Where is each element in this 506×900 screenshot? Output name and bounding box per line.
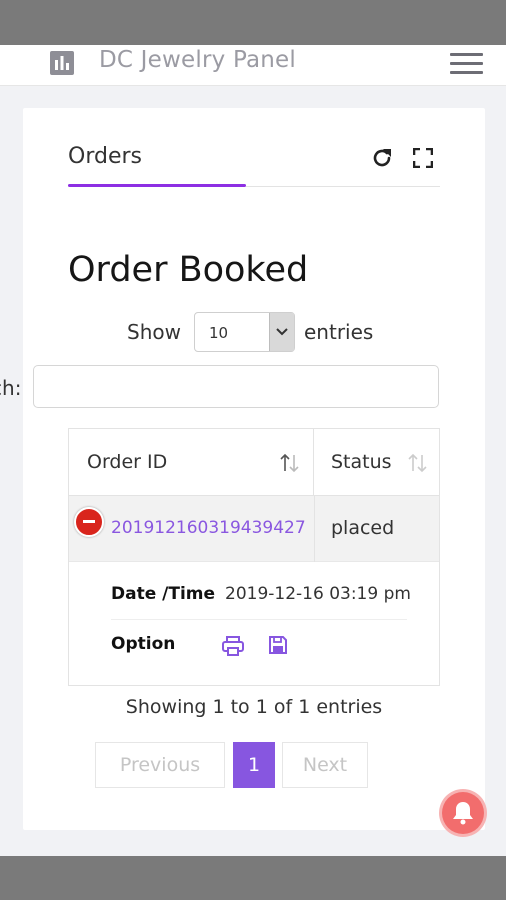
table-row: 201912160319439427 placed — [69, 496, 439, 562]
bottom-band — [0, 856, 506, 900]
notification-button[interactable] — [442, 792, 484, 834]
entries-per-page-select[interactable]: 10 — [194, 312, 295, 352]
navbar: DC Jewelry Panel — [0, 45, 506, 86]
print-icon[interactable] — [222, 635, 244, 657]
collapse-icon[interactable] — [74, 507, 104, 537]
orders-table: Order ID Status 201912160319439427 place… — [68, 428, 440, 686]
expand-icon[interactable] — [413, 148, 433, 168]
next-button[interactable]: Next — [282, 742, 368, 788]
detail-divider — [111, 619, 407, 620]
column-divider — [314, 496, 315, 562]
status-cell: placed — [331, 517, 395, 539]
tab-divider — [246, 186, 440, 187]
bell-icon — [453, 802, 473, 825]
order-id-link[interactable]: 201912160319439427 — [111, 518, 306, 538]
table-info: Showing 1 to 1 of 1 entries — [125, 696, 383, 718]
app-title: DC Jewelry Panel — [99, 47, 296, 73]
sort-icon — [408, 453, 427, 473]
entries-label: entries — [304, 320, 374, 344]
tab-active-indicator — [68, 184, 246, 187]
row-details: Date /Time 2019-12-16 03:19 pm Option — [69, 562, 439, 685]
tab-orders[interactable]: Orders — [68, 144, 142, 169]
page-title: Order Booked — [68, 250, 309, 290]
top-band — [0, 0, 506, 45]
show-label: Show — [127, 320, 181, 344]
previous-button[interactable]: Previous — [95, 742, 225, 788]
datetime-value: 2019-12-16 03:19 pm — [225, 584, 411, 604]
hamburger-icon[interactable] — [450, 53, 483, 75]
datetime-label: Date /Time — [111, 584, 216, 604]
chevron-down-icon — [269, 313, 294, 351]
column-header-status[interactable]: Status — [314, 429, 439, 496]
sort-icon — [280, 453, 299, 473]
save-icon[interactable] — [268, 635, 288, 655]
page-1-button[interactable]: 1 — [233, 742, 275, 788]
column-header-order-id[interactable]: Order ID — [69, 429, 314, 496]
refresh-icon[interactable] — [370, 146, 394, 170]
orders-card: Orders Order Booked Show 10 entries Sear… — [0, 108, 485, 830]
search-input[interactable] — [33, 365, 439, 408]
option-label: Option — [111, 634, 176, 654]
entries-select-value: 10 — [209, 324, 229, 342]
bar-chart-icon — [50, 51, 74, 75]
search-label: Search: — [0, 376, 21, 400]
